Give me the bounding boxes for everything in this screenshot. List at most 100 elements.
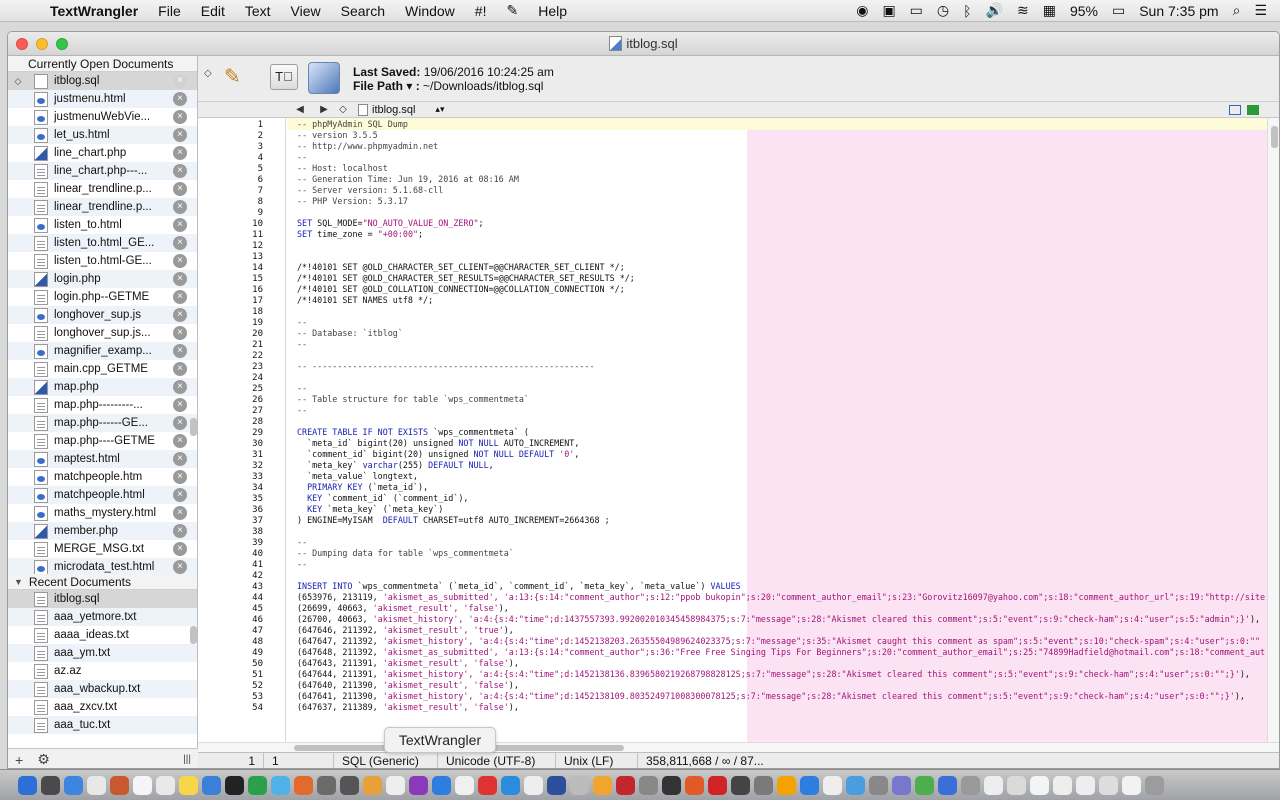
dock-app-icon[interactable] xyxy=(639,775,658,795)
menu-window[interactable]: Window xyxy=(395,3,465,19)
split-view-icon[interactable] xyxy=(1229,104,1241,115)
document-row[interactable]: aaaa_ideas.txt xyxy=(8,626,197,644)
document-row[interactable]: linear_trendline.p... × xyxy=(8,198,197,216)
dock-app-icon[interactable] xyxy=(846,775,865,795)
document-row[interactable]: main.cpp_GETME × xyxy=(8,360,197,378)
dock-app-icon[interactable] xyxy=(225,775,244,795)
close-document-icon[interactable]: × xyxy=(173,326,187,340)
dock-app-icon[interactable] xyxy=(777,775,796,795)
document-row[interactable]: listen_to.html-GE... × xyxy=(8,252,197,270)
dock-app-icon[interactable] xyxy=(110,775,129,795)
dock-app-icon[interactable] xyxy=(915,775,934,795)
close-document-icon[interactable]: × xyxy=(173,290,187,304)
language-popup[interactable]: SQL (Generic) xyxy=(334,752,438,768)
airplay-icon[interactable]: ▭ xyxy=(903,2,930,19)
forward-arrow-icon[interactable]: ▶ xyxy=(312,104,336,115)
document-row[interactable]: itblog.sql xyxy=(8,590,197,608)
dock-app-icon[interactable] xyxy=(271,775,290,795)
close-document-icon[interactable]: × xyxy=(173,308,187,322)
horizontal-scrollbar[interactable] xyxy=(198,742,1279,752)
dock-app-icon[interactable] xyxy=(593,775,612,795)
document-row[interactable]: justmenu.html × xyxy=(8,90,197,108)
dock-app-icon[interactable] xyxy=(616,775,635,795)
menu-app[interactable]: TextWrangler xyxy=(42,3,148,19)
document-row[interactable]: longhover_sup.js... × xyxy=(8,324,197,342)
close-document-icon[interactable]: × xyxy=(173,488,187,502)
title-bar[interactable]: itblog.sql xyxy=(8,32,1279,56)
dock-app-icon[interactable] xyxy=(892,775,911,795)
document-row[interactable]: matchpeople.htm × xyxy=(8,468,197,486)
dock-app-icon[interactable] xyxy=(340,775,359,795)
status-sketch-icon[interactable]: ▣ xyxy=(875,2,902,19)
document-row[interactable]: member.php × xyxy=(8,522,197,540)
close-document-icon[interactable]: × xyxy=(173,200,187,214)
dock-app-icon[interactable] xyxy=(731,775,750,795)
close-document-icon[interactable]: × xyxy=(173,272,187,286)
dock-app-icon[interactable] xyxy=(294,775,313,795)
status-circle-icon[interactable]: ◉ xyxy=(849,2,875,19)
document-row[interactable]: justmenuWebVie... × xyxy=(8,108,197,126)
document-row[interactable]: aaa_ym.txt xyxy=(8,644,197,662)
document-row[interactable]: login.php--GETME × xyxy=(8,288,197,306)
dock-app-icon[interactable] xyxy=(823,775,842,795)
dock-app-icon[interactable] xyxy=(1122,775,1141,795)
document-row[interactable]: aaa_wbackup.txt xyxy=(8,680,197,698)
close-document-icon[interactable]: × xyxy=(173,254,187,268)
toolbar-diamond-icon[interactable]: ◇ xyxy=(204,68,212,79)
menu-view[interactable]: View xyxy=(281,3,331,19)
document-row[interactable]: MERGE_MSG.txt × xyxy=(8,540,197,558)
close-document-icon[interactable]: × xyxy=(173,416,187,430)
gear-icon[interactable]: ⚙ xyxy=(30,751,57,768)
nav-diamond-icon[interactable]: ◇ xyxy=(336,104,350,115)
dock-app-icon[interactable] xyxy=(984,775,1003,795)
dock-app-icon[interactable] xyxy=(41,775,60,795)
add-document-button[interactable]: + xyxy=(8,752,30,768)
dock-app-icon[interactable] xyxy=(961,775,980,795)
close-document-icon[interactable]: × xyxy=(173,236,187,250)
counterpart-icon[interactable] xyxy=(1247,104,1259,115)
dock-app-icon[interactable] xyxy=(869,775,888,795)
dock-app-icon[interactable] xyxy=(501,775,520,795)
dock-app-icon[interactable] xyxy=(708,775,727,795)
document-row[interactable]: matchpeople.html × xyxy=(8,486,197,504)
notification-center-icon[interactable]: ☰ xyxy=(1247,2,1274,19)
dock-app-icon[interactable] xyxy=(478,775,497,795)
dock-app-icon[interactable] xyxy=(938,775,957,795)
file-proxy-icon[interactable] xyxy=(308,62,340,94)
dock-app-icon[interactable] xyxy=(685,775,704,795)
file-popup[interactable]: itblog.sql ▴▾ xyxy=(358,103,444,116)
dock-app-icon[interactable] xyxy=(133,775,152,795)
document-row[interactable]: line_chart.php---... × xyxy=(8,162,197,180)
dock-app-icon[interactable] xyxy=(570,775,589,795)
document-row[interactable]: ◇ itblog.sql × xyxy=(8,72,197,90)
dock-app-icon[interactable] xyxy=(18,775,37,795)
dock-app-icon[interactable] xyxy=(1030,775,1049,795)
code-content[interactable]: -- phpMyAdmin SQL Dump -- version 3.5.5 --… xyxy=(297,119,1267,713)
document-row[interactable]: linear_trendline.p... × xyxy=(8,180,197,198)
close-document-icon[interactable]: × xyxy=(173,470,187,484)
document-row[interactable]: map.php---------... × xyxy=(8,396,197,414)
menu-scripts-icon[interactable]: ✎ xyxy=(496,2,528,19)
dock-app-icon[interactable] xyxy=(179,775,198,795)
recent-list-scrollbar[interactable] xyxy=(190,626,197,644)
dock-app-icon[interactable] xyxy=(248,775,267,795)
menu-shebang[interactable]: #! xyxy=(465,3,497,19)
spotlight-search-icon[interactable]: ⌕ xyxy=(1226,2,1248,19)
dock-app-icon[interactable] xyxy=(547,775,566,795)
document-row[interactable]: let_us.html × xyxy=(8,126,197,144)
document-row[interactable]: map.php × xyxy=(8,378,197,396)
pencil-icon[interactable]: ✎ xyxy=(224,64,250,90)
dock-app-icon[interactable] xyxy=(202,775,221,795)
dock-app-icon[interactable] xyxy=(754,775,773,795)
wifi-icon[interactable]: ≋ xyxy=(1010,2,1036,19)
line-number-readout[interactable]: 1 xyxy=(198,752,264,768)
close-document-icon[interactable]: × xyxy=(173,362,187,376)
close-document-icon[interactable]: × xyxy=(173,110,187,124)
vertical-scrollbar[interactable] xyxy=(1267,118,1279,742)
close-document-icon[interactable]: × xyxy=(173,146,187,160)
close-document-icon[interactable]: × xyxy=(173,74,187,88)
menu-search[interactable]: Search xyxy=(331,3,395,19)
back-arrow-icon[interactable]: ◀ xyxy=(288,104,312,115)
dock-app-icon[interactable] xyxy=(317,775,336,795)
text-editor[interactable]: 1 2 3 4 5 6 7 8 9 10 11 12 13 14 15 16 17 18 19 20 21 22 23 24 2… xyxy=(198,118,1267,742)
